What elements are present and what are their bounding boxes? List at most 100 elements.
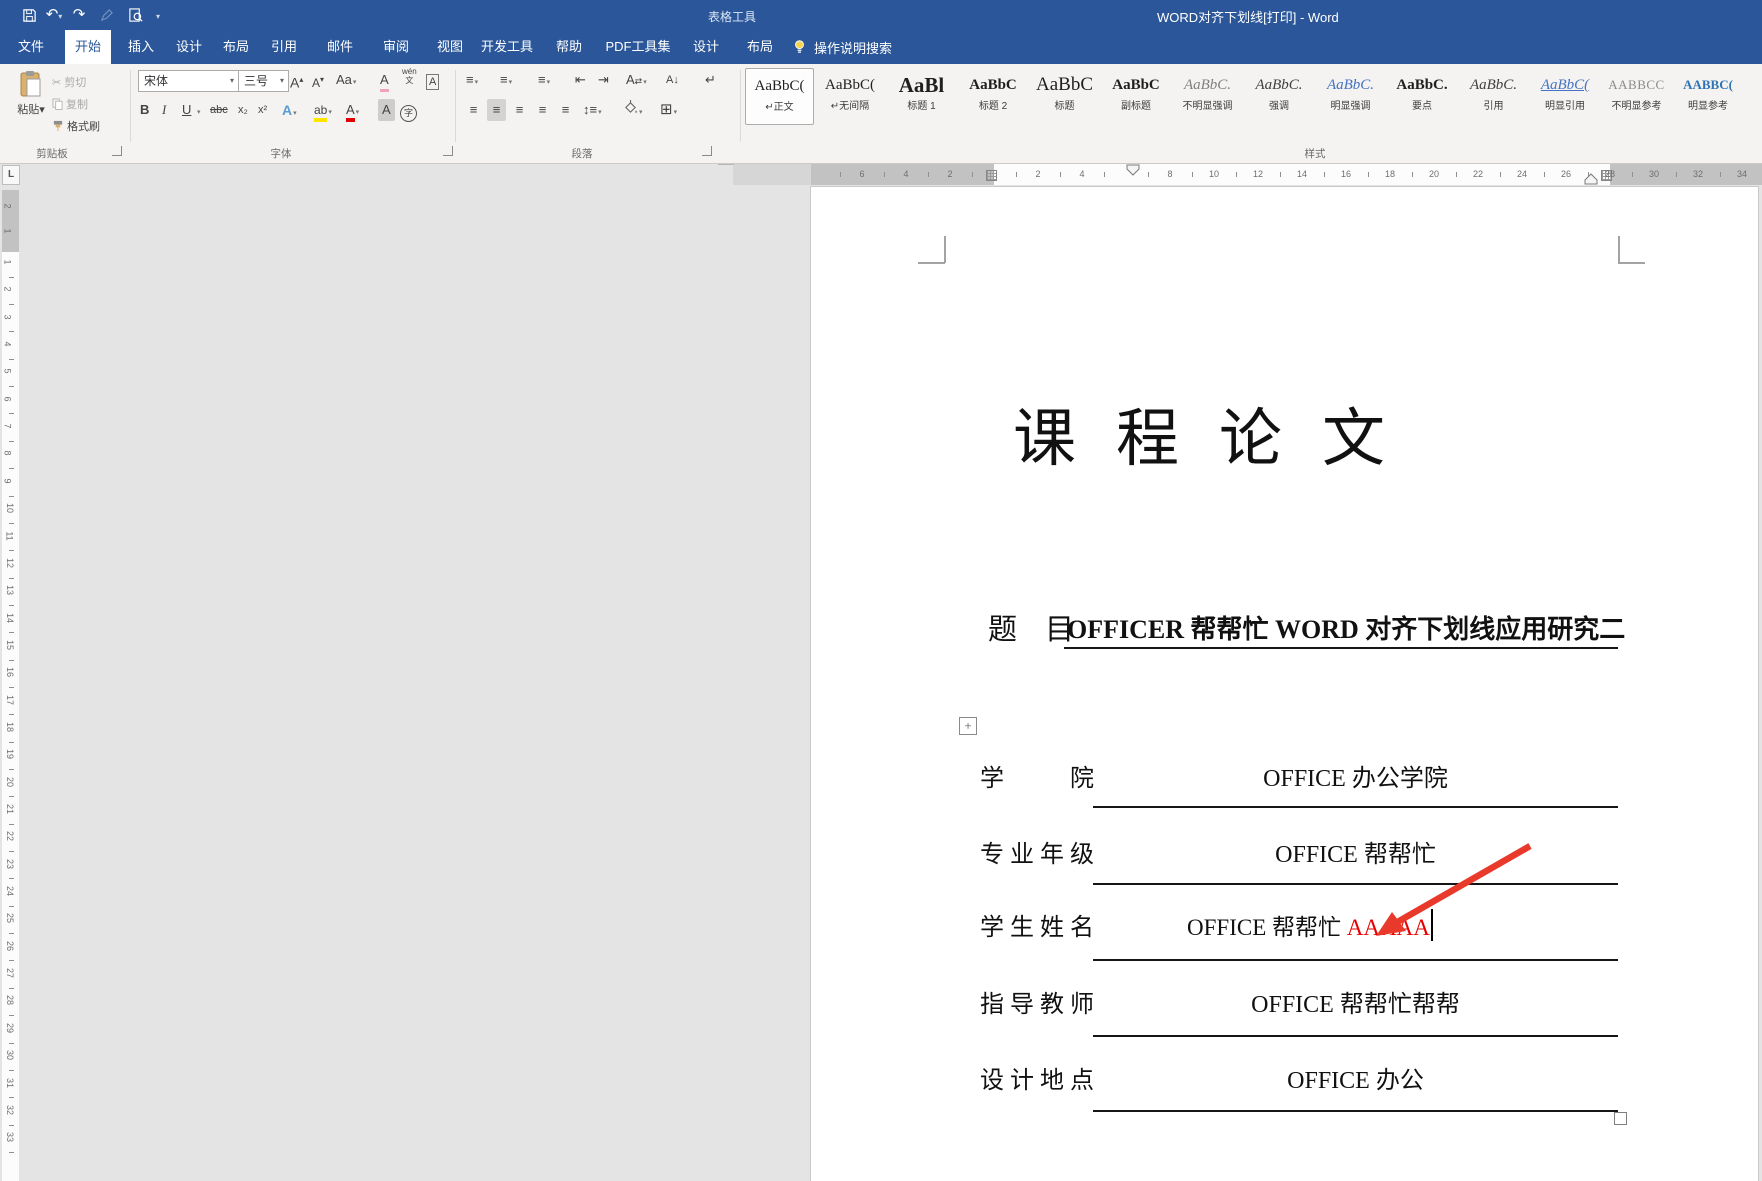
row-label-设计地点[interactable]: 设计地点 xyxy=(980,1060,1094,1095)
subscript-button[interactable]: x₂ xyxy=(238,99,248,121)
tab-帮助[interactable]: 帮助 xyxy=(546,30,592,64)
row-label-指导教师[interactable]: 指导教师 xyxy=(980,984,1094,1019)
borders-button[interactable]: ⊞▾ xyxy=(660,99,677,124)
italic-button[interactable]: I xyxy=(162,99,166,121)
style-card-明显强调[interactable]: AaBbC.明显强调 xyxy=(1317,68,1384,123)
numbering-button[interactable]: ≡▾ xyxy=(500,69,512,94)
tab-邮件[interactable]: 邮件 xyxy=(317,30,363,64)
row-value-指导教师[interactable]: OFFICE 帮帮忙帮帮 xyxy=(1093,984,1618,1019)
style-card-不明显参考[interactable]: AABBCC不明显参考 xyxy=(1603,68,1670,123)
font-size-combo[interactable]: 三号▾ xyxy=(238,70,289,92)
grow-font-button[interactable]: A▴ xyxy=(290,69,303,94)
style-card-要点[interactable]: AaBbC.要点 xyxy=(1389,68,1456,123)
font-dialog-launcher[interactable] xyxy=(443,146,453,156)
style-card-标题 1[interactable]: AaBl标题 1 xyxy=(888,68,955,123)
table-move-handle[interactable]: + xyxy=(959,717,977,735)
increase-indent-button[interactable]: ⇥ xyxy=(598,69,609,91)
style-card-↵正文[interactable]: AaBbC(↵正文 xyxy=(745,68,814,125)
style-card-标题[interactable]: AaBbC标题 xyxy=(1031,68,1098,123)
tab-PDF工具集[interactable]: PDF工具集 xyxy=(595,30,680,64)
change-case-button[interactable]: Aa▾ xyxy=(336,69,356,94)
style-card-↵无间隔[interactable]: AaBbC(↵无间隔 xyxy=(817,68,884,123)
paste-button[interactable]: 粘贴▾ xyxy=(11,70,51,128)
tab-开发工具[interactable]: 开发工具 xyxy=(471,30,543,64)
font-color-button[interactable]: A▾ xyxy=(346,99,359,124)
vertical-ruler[interactable]: L 21123456789101112131415161718192021222… xyxy=(2,164,20,1181)
character-border-button[interactable]: A xyxy=(426,70,439,92)
clear-formatting-button[interactable]: A xyxy=(380,69,389,91)
bold-button[interactable]: B xyxy=(140,99,149,121)
phonetic-guide-button[interactable]: wén文 xyxy=(402,67,417,85)
tab-开始[interactable]: 开始 xyxy=(65,30,111,64)
contextual-tab-布局[interactable]: 布局 xyxy=(737,30,783,64)
align-left-button[interactable]: ≡ xyxy=(464,99,483,121)
cut-button[interactable]: ✂剪切 xyxy=(52,74,86,90)
underline-dropdown[interactable]: ▾ xyxy=(196,99,201,124)
style-card-partial[interactable]: A xyxy=(1746,68,1762,123)
tab-审阅[interactable]: 审阅 xyxy=(373,30,419,64)
shrink-font-button[interactable]: A▾ xyxy=(312,69,324,94)
decrease-indent-button[interactable]: ⇤ xyxy=(575,69,586,91)
tab-file[interactable]: 文件 xyxy=(8,30,54,64)
superscript-button[interactable]: x² xyxy=(258,99,267,121)
style-card-强调[interactable]: AaBbC.强调 xyxy=(1246,68,1313,123)
strikethrough-button[interactable]: abc xyxy=(210,99,228,121)
asian-layout-button[interactable]: A⇄▾ xyxy=(626,69,647,94)
clipboard-dialog-launcher[interactable] xyxy=(112,146,122,156)
row-label-学院[interactable]: 学院 xyxy=(980,758,1094,793)
row-value-设计地点[interactable]: OFFICE 办公 xyxy=(1093,1060,1618,1095)
contextual-tab-设计[interactable]: 设计 xyxy=(683,30,729,64)
style-preview: AaBbC xyxy=(960,68,1027,100)
subject-label[interactable]: 题目 xyxy=(988,606,1074,648)
copy-button[interactable]: 复制 xyxy=(52,96,88,112)
subject-value[interactable]: OFFICER 帮帮忙 WORD 对齐下划线应用研究二 xyxy=(1067,609,1625,646)
tab-布局[interactable]: 布局 xyxy=(213,30,259,64)
line-spacing-button[interactable]: ↕≡▾ xyxy=(583,99,602,124)
tab-视图[interactable]: 视图 xyxy=(427,30,473,64)
undo-button[interactable]: ↶▾ xyxy=(42,3,66,27)
multilevel-list-button[interactable]: ≡▾ xyxy=(538,69,550,94)
print-preview-icon[interactable] xyxy=(126,3,144,27)
sort-button[interactable]: A↓ xyxy=(666,69,679,91)
tab-引用[interactable]: 引用 xyxy=(261,30,307,64)
font-name-combo[interactable]: 宋体▾ xyxy=(138,70,239,92)
tab-插入[interactable]: 插入 xyxy=(118,30,164,64)
style-card-明显参考[interactable]: AABBC(明显参考 xyxy=(1675,68,1742,123)
align-center-button[interactable]: ≡ xyxy=(487,99,506,121)
shading-button[interactable]: ▾ xyxy=(623,99,643,124)
style-card-副标题[interactable]: AaBbC副标题 xyxy=(1103,68,1170,123)
style-card-标题 2[interactable]: AaBbC标题 2 xyxy=(960,68,1027,123)
undo-dropdown-icon[interactable]: ▾ xyxy=(58,12,62,21)
row-value-学院[interactable]: OFFICE 办公学院 xyxy=(1093,758,1618,793)
align-right-button[interactable]: ≡ xyxy=(510,99,529,121)
save-icon[interactable] xyxy=(20,3,38,27)
underline-button[interactable]: U xyxy=(182,99,191,121)
first-line-indent-marker[interactable] xyxy=(1126,164,1140,176)
show-hide-marks-button[interactable]: ↵ xyxy=(705,69,716,91)
tab-selector-button[interactable]: L xyxy=(2,165,20,185)
justify-button[interactable]: ≡ xyxy=(533,99,552,121)
style-card-引用[interactable]: AaBbC.引用 xyxy=(1460,68,1527,123)
character-shading-button[interactable]: A xyxy=(378,99,395,121)
table-column-marker[interactable] xyxy=(986,170,997,181)
table-resize-handle[interactable] xyxy=(1614,1112,1627,1125)
row-label-学生姓名[interactable]: 学生姓名 xyxy=(980,907,1094,942)
right-indent-marker[interactable] xyxy=(1584,173,1598,185)
highlight-color-button[interactable]: ab▾ xyxy=(314,99,332,124)
customize-qat-icon[interactable]: ▾ xyxy=(151,3,165,27)
row-label-专业年级[interactable]: 专业年级 xyxy=(980,834,1094,869)
style-card-不明显强调[interactable]: AaBbC.不明显强调 xyxy=(1174,68,1241,123)
redo-icon[interactable]: ↷ xyxy=(71,3,87,27)
distribute-button[interactable]: ≡ xyxy=(556,99,575,121)
bullets-button[interactable]: ≡▾ xyxy=(466,69,478,94)
tab-设计[interactable]: 设计 xyxy=(166,30,212,64)
tell-me-search[interactable]: 操作说明搜索 xyxy=(792,30,892,64)
enclose-characters-button[interactable]: 字 xyxy=(400,101,417,123)
style-card-明显引用[interactable]: AaBbC(明显引用 xyxy=(1532,68,1599,123)
text-effects-button[interactable]: A▾ xyxy=(282,99,297,125)
horizontal-ruler[interactable]: 64224810121416182022242628303234 xyxy=(0,164,1762,186)
document-page[interactable] xyxy=(811,187,1758,1181)
format-painter-button[interactable]: 格式刷 xyxy=(52,118,100,134)
paragraph-dialog-launcher[interactable] xyxy=(702,146,712,156)
document-main-title[interactable]: 课程论文 xyxy=(1013,388,1385,479)
